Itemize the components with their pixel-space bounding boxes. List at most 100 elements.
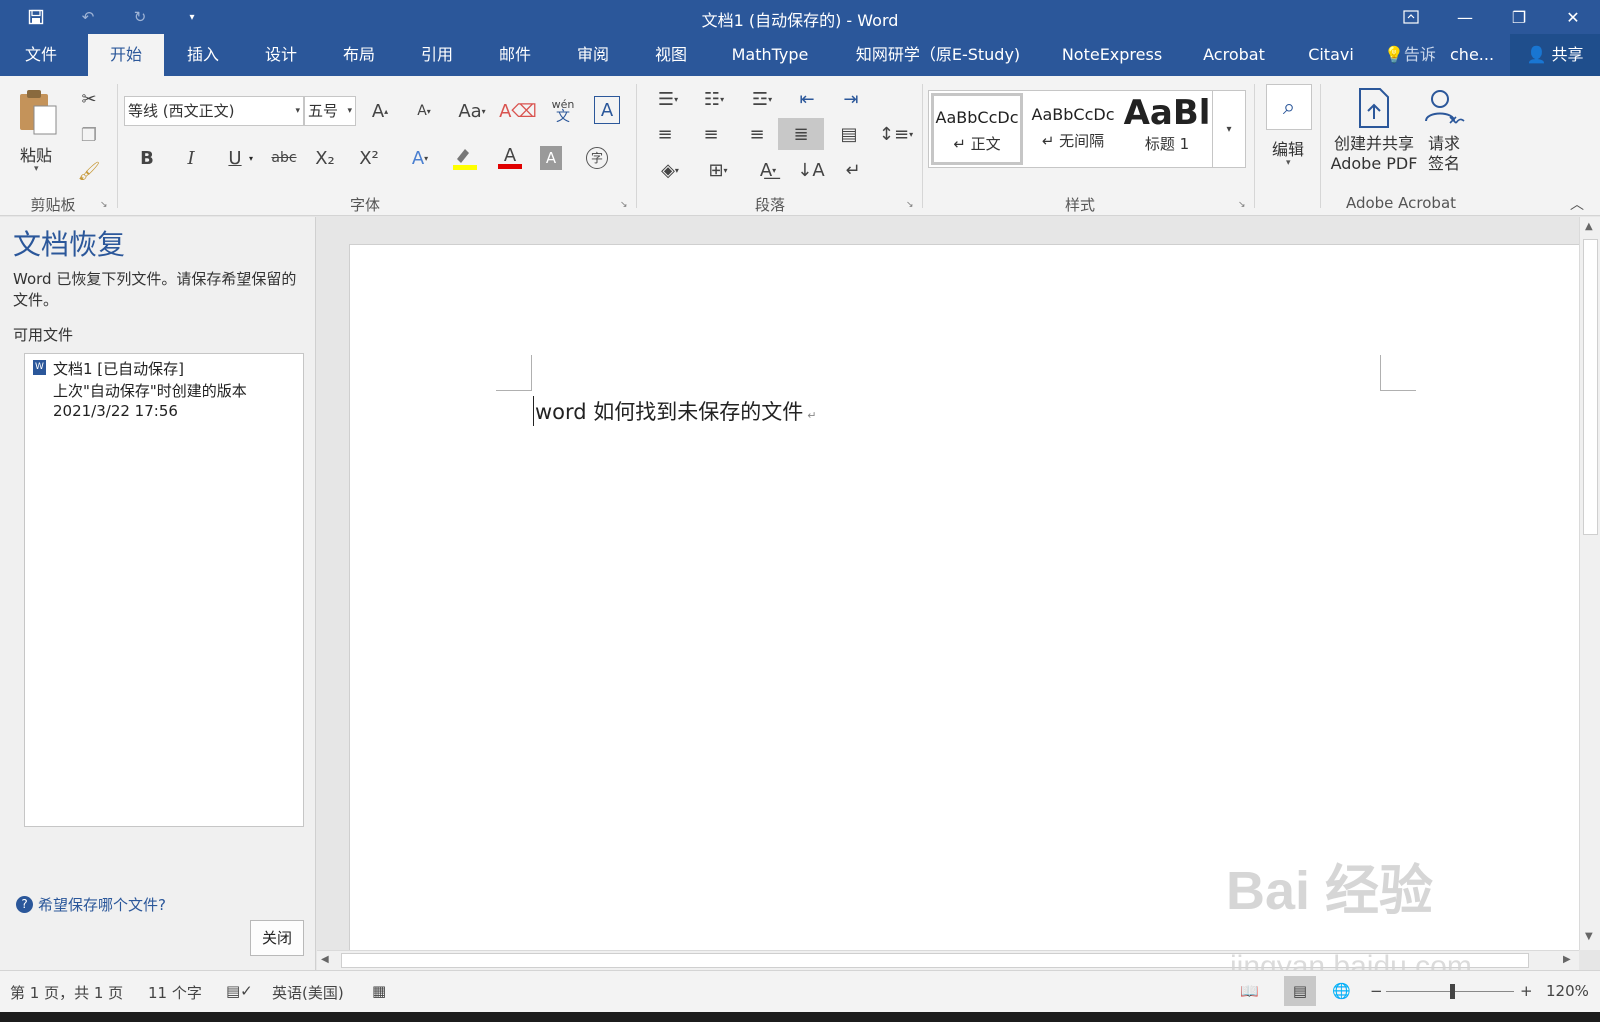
close-recovery-button[interactable]: 关闭 [250,920,304,956]
bullets-icon[interactable]: ☰ ▾ [650,86,686,112]
recovered-file-item[interactable]: W 文档1 [已自动保存] 上次"自动保存"时创建的版本 2021/3/22 1… [25,354,303,428]
styles-launcher-icon[interactable]: ↘ [1238,200,1246,210]
create-pdf-button[interactable]: 创建并共享 Adobe PDF [1328,134,1420,174]
scroll-down-icon[interactable]: ▼ [1585,931,1593,942]
tab-citavi[interactable]: Citavi [1300,34,1362,76]
tab-view[interactable]: 视图 [640,34,702,76]
paste-icon[interactable] [12,86,66,140]
user-account[interactable]: che... [1450,34,1494,76]
minimize-icon[interactable]: — [1438,0,1492,34]
styles-more-icon[interactable]: ▾ [1212,90,1246,168]
text-effects-icon[interactable]: A ▾ [402,144,438,172]
show-formatting-icon[interactable]: ↵ [838,156,868,184]
distributed-icon[interactable]: ▤ [834,120,864,148]
increase-indent-icon[interactable]: ⇥ [836,86,866,112]
create-pdf-icon[interactable] [1352,86,1396,130]
print-layout-icon[interactable]: ▤ [1284,976,1316,1006]
proofing-icon[interactable]: ▤✓ [226,982,253,1000]
subscript-icon[interactable]: X₂ [312,144,338,172]
scroll-left-icon[interactable]: ◀ [321,954,329,965]
shrink-font-icon[interactable]: A ▾ [410,96,438,126]
format-painter-icon[interactable]: 🖌 [76,158,102,184]
font-color-icon[interactable]: A [492,144,528,172]
decrease-indent-icon[interactable]: ⇤ [792,86,822,112]
style-no-spacing[interactable]: AaBbCcDc ↵ 无间隔 [1027,93,1119,165]
tab-home[interactable]: 开始 [88,34,164,76]
tab-insert[interactable]: 插入 [172,34,234,76]
macro-recording-icon[interactable]: ▦ [372,982,386,1000]
align-right-icon[interactable]: ≡ [742,120,772,148]
chevron-down-icon[interactable]: ▾ [249,154,253,163]
tab-review[interactable]: 审阅 [562,34,624,76]
close-icon[interactable]: ✕ [1546,0,1600,34]
chinese-layout-icon[interactable]: A͟ ▾ [748,156,788,184]
page-count[interactable]: 第 1 页，共 1 页 [10,982,123,1003]
tab-e-study[interactable]: 知网研学（原E-Study) [848,34,1028,76]
document-body-text[interactable]: word 如何找到未保存的文件 ↵ [533,396,817,426]
find-icon[interactable]: ⌕ [1266,84,1312,130]
zoom-level[interactable]: 120% [1546,982,1589,1000]
which-file-help-link[interactable]: ? 希望保存哪个文件? [16,894,166,915]
tab-references[interactable]: 引用 [406,34,468,76]
language[interactable]: 英语(美国) [272,982,344,1003]
zoom-slider-thumb[interactable] [1450,984,1455,999]
tab-design[interactable]: 设计 [250,34,312,76]
multilevel-list-icon[interactable]: ☲ ▾ [744,86,780,112]
vertical-scrollbar[interactable]: ▲ ▼ [1579,217,1600,950]
style-normal[interactable]: AaBbCcDc ↵ 正文 [931,93,1023,165]
restore-icon[interactable]: ❐ [1492,0,1546,34]
italic-icon[interactable]: I [178,144,204,172]
borders-icon[interactable]: ⊞ ▾ [698,156,738,184]
read-mode-icon[interactable]: 📖 [1240,982,1259,1000]
numbering-icon[interactable]: ☷ ▾ [696,86,732,112]
enclose-characters-icon[interactable]: 字 [584,144,610,172]
sort-icon[interactable]: ↓A [796,156,826,184]
tell-me-box[interactable]: 💡告诉 [1384,34,1436,76]
align-center-icon[interactable]: ≡ [696,120,726,148]
editing-dropdown-icon[interactable]: ▾ [1286,158,1291,168]
tab-mathtype[interactable]: MathType [722,34,818,76]
bold-icon[interactable]: B [134,144,160,172]
font-size-combo[interactable]: 五号 ▾ [304,96,356,126]
cut-icon[interactable]: ✂ [76,86,102,112]
style-heading-1[interactable]: AaBl 标题 1 [1121,93,1213,165]
clipboard-launcher-icon[interactable]: ↘ [100,200,108,210]
tab-mailings[interactable]: 邮件 [484,34,546,76]
paragraph-launcher-icon[interactable]: ↘ [906,200,914,210]
highlight-icon[interactable] [446,144,486,172]
font-launcher-icon[interactable]: ↘ [620,200,628,210]
web-layout-icon[interactable]: 🌐 [1332,982,1351,1000]
character-shading-icon[interactable]: A [540,146,562,170]
ribbon-display-options-icon[interactable] [1384,0,1438,34]
request-signature-button[interactable]: 请求 签名 [1420,134,1468,174]
clear-formatting-icon[interactable]: A⌫ [499,96,537,126]
align-left-icon[interactable]: ≡ [650,120,680,148]
shading-icon[interactable]: ◈ ▾ [650,156,690,184]
share-button[interactable]: 👤 共享 [1510,34,1600,76]
tab-acrobat[interactable]: Acrobat [1194,34,1274,76]
line-spacing-icon[interactable]: ↕≡ ▾ [878,120,914,148]
zoom-in-icon[interactable]: + [1520,982,1533,1000]
tab-noteexpress[interactable]: NoteExpress [1056,34,1168,76]
tab-file[interactable]: 文件 [10,34,72,76]
character-border-icon[interactable]: A [594,96,620,124]
vertical-scroll-thumb[interactable] [1583,239,1598,535]
paste-dropdown-icon[interactable]: ▾ [34,164,39,174]
justify-icon[interactable]: ≣ [778,118,824,150]
word-count[interactable]: 11 个字 [148,982,202,1003]
tab-layout[interactable]: 布局 [328,34,390,76]
grow-font-icon[interactable]: A ▴ [366,96,394,126]
collapse-ribbon-icon[interactable]: ︿ [1570,194,1584,214]
request-signature-icon[interactable] [1420,86,1468,130]
change-case-icon[interactable]: Aa ▾ [454,96,490,126]
underline-icon[interactable]: U [222,144,248,172]
editing-label[interactable]: 编辑 [1272,136,1304,160]
superscript-icon[interactable]: X² [356,144,382,172]
strikethrough-icon[interactable]: abc [266,144,302,172]
zoom-out-icon[interactable]: − [1370,982,1383,1000]
font-name-combo[interactable]: 等线 (西文正文) ▾ [124,96,304,126]
copy-icon[interactable]: ❐ [76,122,102,148]
phonetic-guide-icon[interactable]: wén 文 [548,94,578,128]
scroll-up-icon[interactable]: ▲ [1585,221,1593,232]
scroll-right-icon[interactable]: ▶ [1563,954,1571,965]
